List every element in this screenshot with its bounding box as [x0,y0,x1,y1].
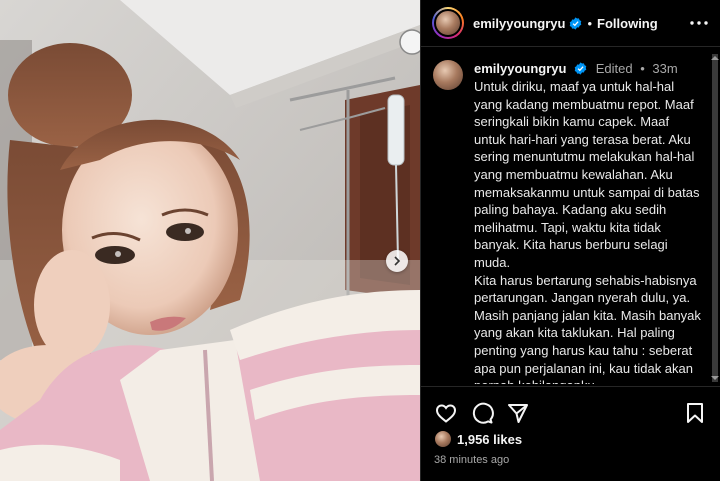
likes-row: 1,956 likes [421,427,720,449]
send-icon [508,404,528,423]
caption-text: Untuk diriku, maaf ya untuk hal-hal yang… [474,78,701,384]
share-button[interactable] [506,401,530,425]
verified-badge-icon [574,62,587,75]
post-photo[interactable] [0,0,420,481]
comment-button[interactable] [470,401,494,425]
post-details-panel: emilyyoungryu • Following emilyyoungryu [420,0,720,481]
bookmark-icon [687,403,703,423]
caption-scroll-area[interactable]: emilyyoungryu Edited • 33m Untuk diriku,… [421,48,720,384]
more-options-button[interactable] [688,12,710,34]
caption-username[interactable]: emilyyoungryu [474,61,566,76]
avatar-image [434,9,462,37]
next-photo-button[interactable] [386,250,408,272]
edited-label: Edited [595,61,633,76]
chevron-right-icon [394,256,401,266]
heart-icon [435,404,457,423]
caption-body: emilyyoungryu Edited • 33m Untuk diriku,… [474,60,701,384]
scrollbar-thumb[interactable] [712,54,718,382]
verified-badge-icon [569,16,582,30]
action-icons [421,387,720,427]
comment-icon [472,402,494,424]
post-timestamp[interactable]: 38 minutes ago [421,449,720,466]
caption-avatar[interactable] [433,60,463,90]
caption-meta: emilyyoungryu Edited • 33m [474,60,701,78]
author-username[interactable]: emilyyoungryu [473,16,565,31]
scroll-up-arrow-icon[interactable] [711,56,719,60]
post-header: emilyyoungryu • Following [421,0,720,47]
post-actions: 1,956 likes 38 minutes ago [421,386,720,481]
separator-dot: • [587,15,593,31]
post-image [0,0,420,481]
separator-dot: • [640,61,645,76]
caption-row: emilyyoungryu Edited • 33m Untuk diriku,… [421,48,720,384]
like-button[interactable] [434,401,458,425]
author-avatar[interactable] [432,7,464,39]
more-horizontal-icon [690,21,708,25]
likes-count[interactable]: 1,956 likes [457,432,522,447]
following-button[interactable]: Following [597,16,658,31]
liker-avatar[interactable] [434,430,452,448]
save-button[interactable] [683,401,707,425]
caption-paragraph-1: Untuk diriku, maaf ya untuk hal-hal yang… [474,79,700,270]
caption-age[interactable]: 33m [652,61,677,76]
caption-paragraph-2: Kita harus bertarung sehabis-habisnya pe… [474,272,701,384]
caption-scrollbar[interactable] [711,54,719,382]
scroll-down-arrow-icon[interactable] [711,376,719,380]
